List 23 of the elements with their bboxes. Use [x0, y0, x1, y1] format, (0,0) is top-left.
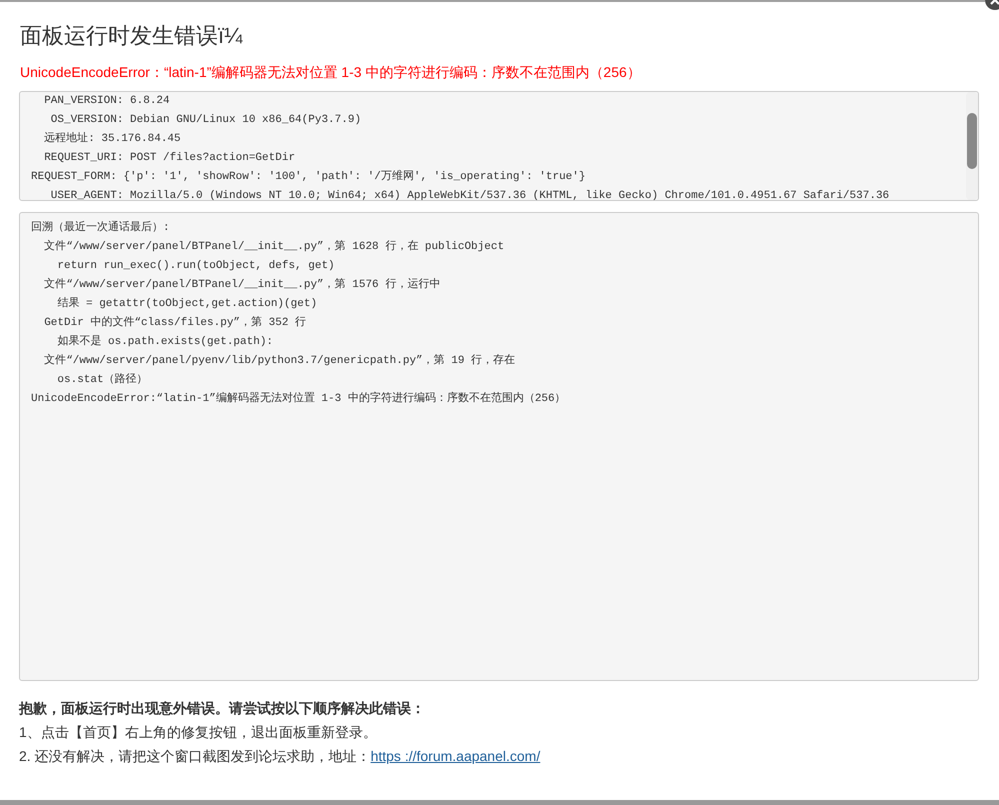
traceback-line: 文件“/www/server/panel/pyenv/lib/python3.7/genericpath.py”，第 19 行，存在 — [43, 352, 516, 369]
traceback-line: os.stat（路径） — [56, 372, 149, 388]
environment-line: PAN_VERSION: 6.8.24 — [43, 94, 171, 109]
environment-line: OS_VERSION: Debian GNU/Linux 10 x86_64(Py3.7.9) — [50, 113, 362, 128]
traceback-line: return run_exec().run(toObject, defs, get) — [56, 259, 336, 274]
traceback-line: 文件“/www/server/panel/BTPanel/__init__.py”，第 1576 行，运行中 — [43, 276, 442, 293]
traceback-line: 文件“/www/server/panel/BTPanel/__init__.py”，第 1628 行，在 publicObject — [43, 238, 506, 255]
traceback-line: 结果 = getattr(toObject,get.action)(get) — [56, 296, 318, 312]
error-message: UnicodeEncodeError：“latin-1”编解码器无法对位置 1-3 中的字符进行编码：序数不在范围内（256） — [20, 63, 642, 82]
traceback-line: 回溯（最近一次通话最后）: — [31, 220, 171, 236]
environment-line: REQUEST_FORM: {'p': '1', 'showRow': '100', 'path': '/万维网', 'is_operating': 'true'} — [31, 168, 586, 185]
forum-link[interactable]: https ://forum.aapanel.com/ — [370, 748, 540, 764]
environment-line: 远程地址: 35.176.84.45 — [43, 131, 182, 147]
help-step: 1、点击【首页】右上角的修复按钮，退出面板重新登录。 — [19, 720, 979, 744]
traceback-line: GetDir 中的文件“class/files.py”，第 352 行 — [43, 314, 308, 331]
traceback-line: UnicodeEncodeError:“latin-1”编解码器无法对位置 1-3 中的字符进行编码：序数不在范围内（256） — [31, 390, 567, 407]
help-step: 2. 还没有解决，请把这个窗口截图发到论坛求助，地址：https ://forum.aapanel.com/ — [19, 744, 979, 768]
environment-line: REQUEST_URI: POST /files?action=GetDir — [43, 151, 296, 166]
environment-line: USER_AGENT: Mozilla/5.0 (Windows NT 10.0; Win64; x64) AppleWebKit/537.36 (KHTML, like Gecko) Chrome/101.0.4951.67 Safari/537.36 — [50, 189, 890, 200]
dialog-title: 面板运行时发生错误ï¼ — [20, 22, 244, 50]
help-heading: 抱歉，面板运行时出现意外错误。请尝试按以下顺序解决此错误： — [19, 699, 426, 718]
scrollbar[interactable] — [966, 92, 978, 200]
traceback-line: 如果不是 os.path.exists(get.path): — [56, 334, 274, 350]
